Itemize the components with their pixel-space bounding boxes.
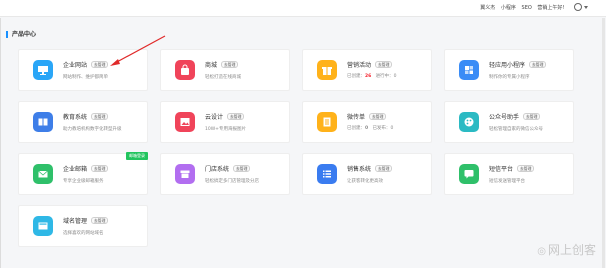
annotation-arrow (110, 35, 166, 66)
watermark-text: 网上创客 (547, 243, 596, 257)
watermark: ◎ 网上创客 (537, 241, 596, 258)
watermark-logo-icon: ◎ (537, 246, 546, 257)
